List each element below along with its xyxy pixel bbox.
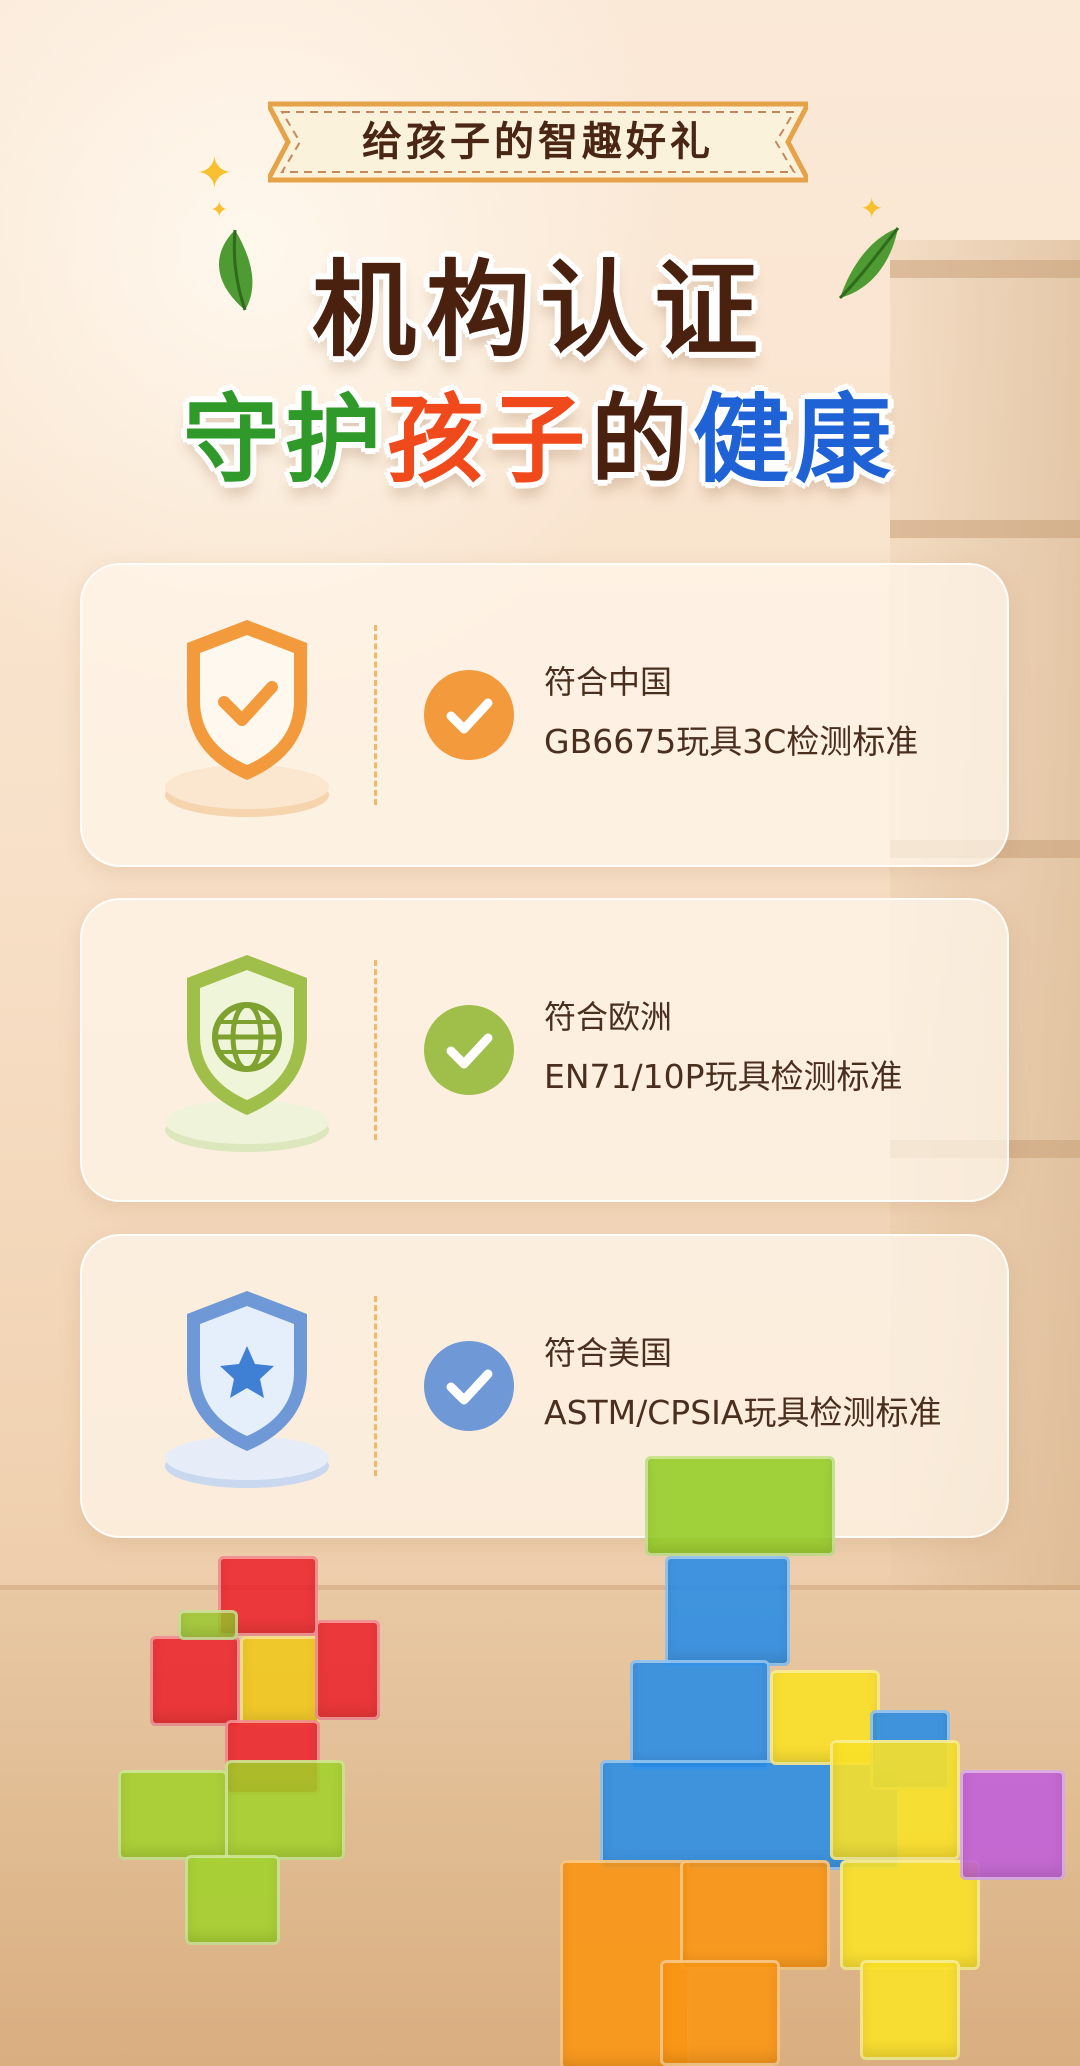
banner-text: 给孩子的智趣好礼 — [362, 119, 714, 165]
certification-card-china: 符合中国 GB6675玩具3C检测标准 — [80, 563, 1009, 867]
card-divider — [374, 960, 377, 1140]
certification-card-europe: 符合欧洲 EN71/10P玩具检测标准 — [80, 898, 1009, 1202]
headline-word-children: 孩子 — [387, 384, 591, 496]
globe-shield-icon — [165, 955, 329, 1152]
headline-line2: 守护孩子的健康 — [0, 362, 1080, 501]
check-circle-icon — [424, 670, 514, 760]
promo-page: ✦ ✦ ✦ 给孩子的智趣好礼 机构认证 守护孩子的健康 符合中国 GB6675玩… — [0, 0, 1080, 2066]
headline-word-of: 的 — [591, 384, 693, 496]
cert-region: 符合中国 — [544, 663, 673, 701]
cert-standard: ASTM/CPSIA玩具检测标准 — [544, 1393, 942, 1432]
card-divider — [374, 1296, 377, 1476]
sparkle-icon: ✦ — [196, 148, 233, 199]
cert-region: 符合欧洲 — [544, 998, 673, 1036]
checkmark-shield-icon — [165, 620, 329, 817]
star-shield-icon — [165, 1291, 329, 1488]
certification-card-usa: 符合美国 ASTM/CPSIA玩具检测标准 — [80, 1234, 1009, 1538]
card-divider — [374, 625, 377, 805]
headline-word-health: 健康 — [693, 384, 897, 496]
cert-standard: GB6675玩具3C检测标准 — [544, 722, 919, 761]
headline-word-protect: 守护 — [183, 384, 387, 496]
top-banner: 给孩子的智趣好礼 — [268, 98, 808, 186]
cert-region: 符合美国 — [544, 1334, 673, 1372]
check-circle-icon — [424, 1341, 514, 1431]
cert-standard: EN71/10P玩具检测标准 — [544, 1057, 903, 1096]
check-circle-icon — [424, 1005, 514, 1095]
headline-line1: 机构认证 — [311, 249, 768, 371]
sparkle-icon: ✦ — [210, 198, 229, 223]
